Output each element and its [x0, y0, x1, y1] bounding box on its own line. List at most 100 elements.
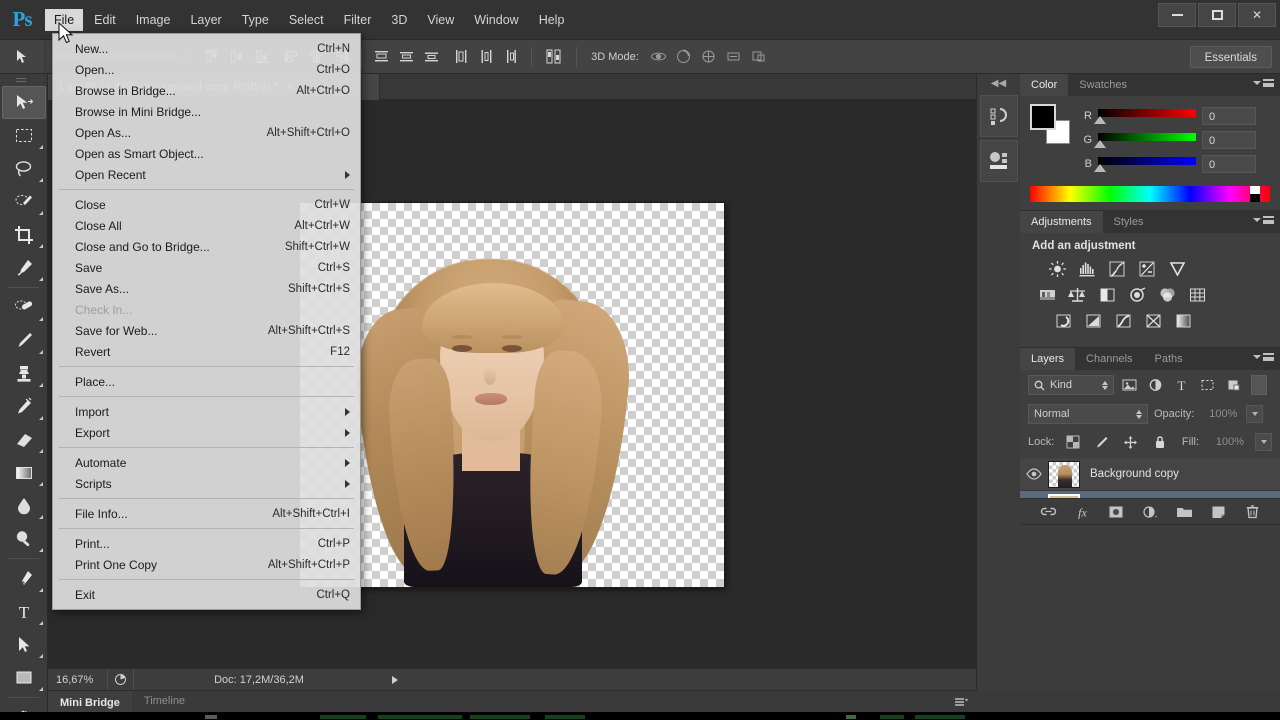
layer-thumbnail[interactable] [1048, 460, 1080, 488]
threshold-icon[interactable] [1112, 311, 1134, 331]
tool-brush[interactable] [2, 324, 46, 357]
filter-toggle-switch[interactable] [1251, 375, 1267, 395]
tab-mini-bridge[interactable]: Mini Bridge [48, 691, 132, 712]
scale-3d-icon[interactable] [747, 46, 770, 68]
menu-type[interactable]: Type [233, 9, 278, 31]
filter-adjustment-icon[interactable] [1145, 375, 1166, 395]
maximize-button[interactable] [1198, 3, 1236, 27]
close-button[interactable]: ✕ [1238, 3, 1276, 27]
layer-row-background-copy[interactable]: Background copy [1020, 458, 1280, 491]
menu-image[interactable]: Image [127, 9, 180, 31]
minimize-button[interactable] [1158, 3, 1196, 27]
tab-layers[interactable]: Layers [1020, 348, 1076, 370]
opacity-value[interactable]: 100% [1200, 405, 1240, 423]
lock-all-icon[interactable] [1149, 432, 1170, 452]
menu-item-browse-in-mini-bridge[interactable]: Browse in Mini Bridge... [53, 101, 360, 122]
new-adjustment-layer-icon[interactable] [1140, 502, 1160, 522]
link-layers-icon[interactable] [1038, 502, 1058, 522]
menu-edit[interactable]: Edit [85, 9, 125, 31]
file-menu-dropdown[interactable]: New... Ctrl+N Open... Ctrl+O Browse in Bridg… [52, 33, 361, 610]
menu-layer[interactable]: Layer [181, 9, 230, 31]
color-spectrum-ramp[interactable] [1030, 186, 1270, 202]
new-group-icon[interactable] [1174, 502, 1194, 522]
bottom-panel-menu-icon[interactable] [955, 694, 976, 712]
tab-timeline[interactable]: Timeline [132, 691, 197, 712]
opacity-stepper[interactable] [1246, 405, 1264, 423]
tab-swatches[interactable]: Swatches [1068, 74, 1138, 96]
tool-quick-selection[interactable] [2, 185, 46, 218]
tool-rectangular-marquee[interactable] [2, 119, 46, 152]
menu-item-place[interactable]: Place... [53, 371, 360, 392]
tab-channels[interactable]: Channels [1075, 348, 1143, 370]
fill-stepper[interactable] [1255, 433, 1272, 451]
slider-b[interactable] [1094, 154, 1196, 174]
channel-value-b[interactable]: 0 [1202, 155, 1256, 173]
menu-item-close[interactable]: Close Ctrl+W [53, 194, 360, 215]
new-layer-icon[interactable] [1208, 502, 1228, 522]
toolbar-collapse-handle[interactable] [0, 74, 47, 86]
tool-clone-stamp[interactable] [2, 357, 46, 390]
fill-value[interactable]: 100% [1207, 433, 1247, 451]
posterize-icon[interactable] [1082, 311, 1104, 331]
menu-item-close-and-go-to-bridge[interactable]: Close and Go to Bridge... Shift+Ctrl+W [53, 236, 360, 257]
menu-item-print-one-copy[interactable]: Print One Copy Alt+Shift+Ctrl+P [53, 554, 360, 575]
menu-item-browse-in-bridge[interactable]: Browse in Bridge... Alt+Ctrl+O [53, 80, 360, 101]
filter-type-icon[interactable]: T [1171, 375, 1192, 395]
channel-value-r[interactable]: 0 [1202, 107, 1256, 125]
expand-panels-icon[interactable]: ◀◀ [977, 74, 1020, 92]
menu-window[interactable]: Window [465, 9, 527, 31]
menu-item-open-recent[interactable]: Open Recent [53, 164, 360, 185]
menu-item-open[interactable]: Open... Ctrl+O [53, 59, 360, 80]
exposure-icon[interactable] [1136, 259, 1158, 279]
color-panel-menu-icon[interactable] [1253, 79, 1274, 87]
roll-3d-icon[interactable] [672, 46, 695, 68]
filter-kind-stepper[interactable] [1102, 380, 1108, 390]
brightness-contrast-icon[interactable] [1046, 259, 1068, 279]
lock-transparent-pixels-icon[interactable] [1062, 432, 1083, 452]
menu-3d[interactable]: 3D [382, 9, 416, 31]
black-white-icon[interactable] [1096, 285, 1118, 305]
lock-position-icon[interactable] [1120, 432, 1141, 452]
tool-rectangle[interactable] [2, 661, 46, 694]
tool-history-brush[interactable] [2, 390, 46, 423]
tool-lasso[interactable] [2, 152, 46, 185]
add-layer-mask-icon[interactable] [1106, 502, 1126, 522]
menu-view[interactable]: View [418, 9, 463, 31]
layer-style-fx-icon[interactable]: fx [1072, 502, 1092, 522]
distribute-vertical-centers-icon[interactable] [395, 46, 418, 68]
tool-horizontal-type[interactable]: T [2, 595, 46, 628]
tool-eyedropper[interactable] [2, 251, 46, 284]
white-swatch[interactable] [1250, 186, 1260, 194]
distribute-right-edges-icon[interactable] [500, 46, 523, 68]
foreground-background-swatches[interactable] [1030, 104, 1070, 144]
menu-item-exit[interactable]: Exit Ctrl+Q [53, 584, 360, 605]
pan-3d-icon[interactable] [697, 46, 720, 68]
tab-color[interactable]: Color [1020, 74, 1069, 96]
active-tool-preview[interactable] [0, 39, 46, 74]
image-canvas[interactable] [300, 203, 724, 587]
menu-item-file-info[interactable]: File Info... Alt+Shift+Ctrl+I [53, 503, 360, 524]
channel-mixer-icon[interactable] [1156, 285, 1178, 305]
menu-item-open-as-smart-object[interactable]: Open as Smart Object... [53, 143, 360, 164]
tool-spot-healing-brush[interactable] [2, 291, 46, 324]
layer-name[interactable]: Background copy [1080, 468, 1280, 480]
filter-shape-icon[interactable] [1197, 375, 1218, 395]
distribute-horizontal-centers-icon[interactable] [475, 46, 498, 68]
layer-visibility-toggle[interactable] [1020, 468, 1048, 480]
menu-item-print[interactable]: Print... Ctrl+P [53, 533, 360, 554]
menu-select[interactable]: Select [280, 9, 333, 31]
layers-panel-menu-icon[interactable] [1253, 353, 1274, 361]
vibrance-icon[interactable] [1166, 259, 1188, 279]
slider-r[interactable] [1094, 106, 1196, 126]
gradient-map-icon[interactable] [1142, 311, 1164, 331]
menu-item-import[interactable]: Import [53, 401, 360, 422]
color-balance-icon[interactable] [1066, 285, 1088, 305]
menu-help[interactable]: Help [530, 9, 574, 31]
filter-pixel-icon[interactable] [1119, 375, 1140, 395]
tool-move[interactable] [2, 86, 46, 119]
lock-image-pixels-icon[interactable] [1091, 432, 1112, 452]
menu-item-new[interactable]: New... Ctrl+N [53, 38, 360, 59]
slide-3d-icon[interactable] [722, 46, 745, 68]
menu-item-save-as[interactable]: Save As... Shift+Ctrl+S [53, 278, 360, 299]
curves-icon[interactable] [1106, 259, 1128, 279]
